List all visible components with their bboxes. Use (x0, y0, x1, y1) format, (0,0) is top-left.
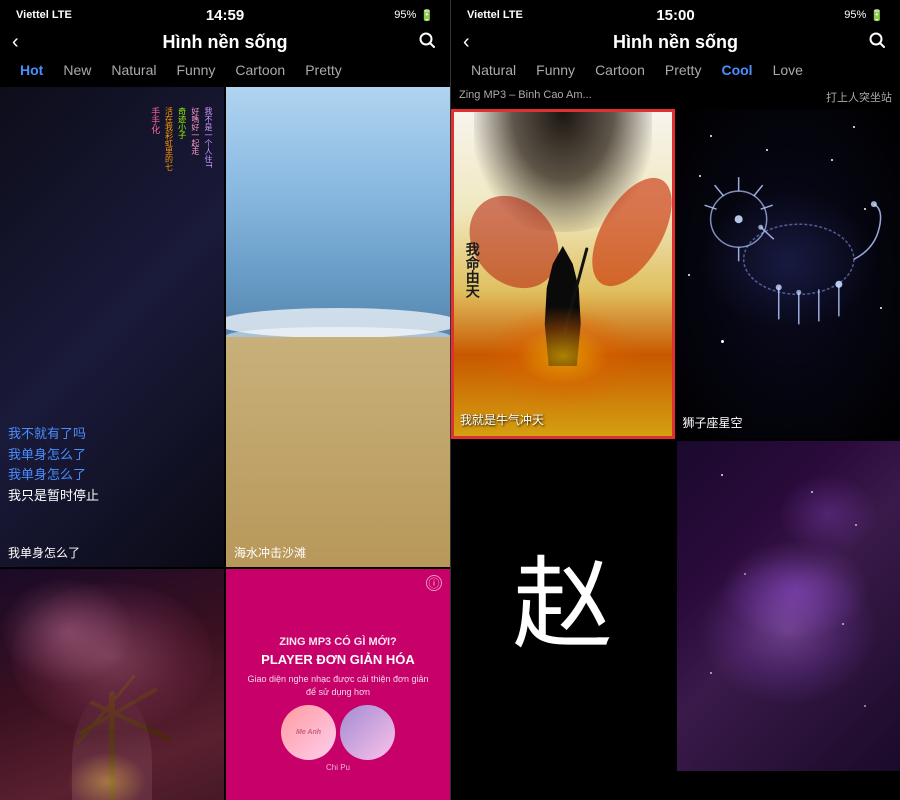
ad-thumbs: Me Anh (281, 705, 395, 760)
caption-lyrics: 我单身怎么了 (8, 544, 80, 561)
tab-pretty-r[interactable]: Pretty (655, 59, 712, 81)
tab-new[interactable]: New (53, 59, 101, 81)
content-right: 我命由天 我就是牛气冲天 (451, 109, 900, 800)
leo-constellation-svg (677, 109, 900, 390)
tab-natural[interactable]: Natural (101, 59, 166, 81)
card-leo[interactable]: 狮子座星空 (677, 109, 900, 439)
caption-warrior: 我就是牛气冲天 (460, 411, 544, 428)
time-left: 14:59 (206, 7, 244, 24)
card-blossom[interactable] (0, 569, 224, 800)
track-row: Zing MP3 – Binh Cao Am... 打上人突坐站 (451, 87, 900, 109)
ad-thumb-chiPu (340, 705, 395, 760)
tab-pretty[interactable]: Pretty (295, 59, 352, 81)
battery-pct-right: 95% (844, 9, 866, 21)
battery-icon-left: 🔋 (420, 9, 434, 22)
status-bar-right: Viettel LTE 15:00 95% 🔋 (451, 0, 900, 28)
card-ad[interactable]: ⓘ ZING MP3 CÓ GÌ MỚI? PLAYER ĐƠN GIẢN HÓ… (226, 569, 450, 800)
battery-right: 95% 🔋 (844, 9, 884, 22)
carrier-text-right: Viettel LTE (467, 9, 523, 21)
battery-icon-right: 🔋 (870, 9, 884, 22)
card-beach[interactable]: 海水冲击沙滩 (226, 87, 450, 567)
status-bar-left: Viettel LTE 14:59 95% 🔋 (0, 0, 450, 28)
caption-beach: 海水冲击沙滩 (234, 544, 306, 561)
track-left: Zing MP3 – Binh Cao Am... (459, 89, 592, 105)
warrior-cn-text: 我命由天 (462, 242, 479, 298)
galaxy-glow2 (778, 474, 878, 554)
tab-funny[interactable]: Funny (166, 59, 225, 81)
ad-thumb-meAnh: Me Anh (281, 705, 336, 760)
tab-cartoon-r[interactable]: Cartoon (585, 59, 655, 81)
search-button-left[interactable] (418, 31, 436, 54)
tab-cartoon[interactable]: Cartoon (225, 59, 295, 81)
zhao-character: 赵 (513, 556, 613, 656)
card-lyrics[interactable]: 手手化 活在我彩虹里的七 奇迹小子 好嗎好一起走 我不是一个人住T 我不就有了吗… (0, 87, 224, 567)
carrier-text-left: Viettel LTE (16, 9, 72, 21)
card-galaxy[interactable] (677, 441, 900, 771)
tab-bar-left: Hot New Natural Funny Cartoon Pretty (0, 59, 450, 87)
tab-cool-r[interactable]: Cool (711, 59, 762, 81)
tab-funny-r[interactable]: Funny (526, 59, 585, 81)
ad-slogan: PLAYER ĐƠN GIẢN HÓA (261, 652, 415, 667)
time-right: 15:00 (656, 7, 694, 24)
back-button-left[interactable]: ‹ (12, 31, 19, 54)
track-right: 打上人突坐站 (826, 89, 892, 105)
card-warrior[interactable]: 我命由天 我就是牛气冲天 (451, 109, 675, 439)
ad-info-icon: ⓘ (426, 575, 442, 591)
ad-artist-label: Chi Pu (326, 763, 350, 772)
tab-bar-right: Natural Funny Cartoon Pretty Cool Love (451, 59, 900, 87)
nav-bar-right: ‹ Hình nền sống (451, 28, 900, 59)
lyrics-vertical-text: 手手化 活在我彩虹里的七 奇迹小子 好嗎好一起走 我不是一个人住T (149, 107, 214, 171)
tab-natural-r[interactable]: Natural (461, 59, 526, 81)
card-zhao[interactable]: 赵 (451, 441, 675, 771)
galaxy-core (699, 557, 878, 706)
ad-logo: ZING MP3 CÓ GÌ MỚI? (279, 636, 397, 648)
carrier-left: Viettel LTE (16, 9, 72, 21)
tab-hot[interactable]: Hot (10, 59, 53, 81)
ad-desc: Giao diện nghe nhạc được cải thiện đơn g… (248, 673, 429, 698)
left-phone: Viettel LTE 14:59 95% 🔋 ‹ Hình nền sống … (0, 0, 450, 800)
battery-pct-left: 95% (394, 9, 416, 21)
tab-love-r[interactable]: Love (763, 59, 813, 81)
lyrics-main-text: 我不就有了吗 我单身怎么了 我单身怎么了 我只是暂时停止 (8, 424, 216, 507)
battery-left: 95% 🔋 (394, 9, 434, 22)
nav-bar-left: ‹ Hình nền sống (0, 28, 450, 59)
back-button-right[interactable]: ‹ (463, 31, 470, 54)
caption-leo: 狮子座星空 (683, 414, 743, 431)
right-phone: Viettel LTE 15:00 95% 🔋 ‹ Hình nền sống … (450, 0, 900, 800)
beach-sand (226, 337, 450, 567)
carrier-right: Viettel LTE (467, 9, 523, 21)
warrior-flames (483, 306, 643, 406)
search-button-right[interactable] (868, 31, 886, 54)
page-title-left: Hình nền sống (163, 32, 288, 53)
content-left: 手手化 活在我彩虹里的七 奇迹小子 好嗎好一起走 我不是一个人住T 我不就有了吗… (0, 87, 450, 800)
page-title-right: Hình nền sống (613, 32, 738, 53)
